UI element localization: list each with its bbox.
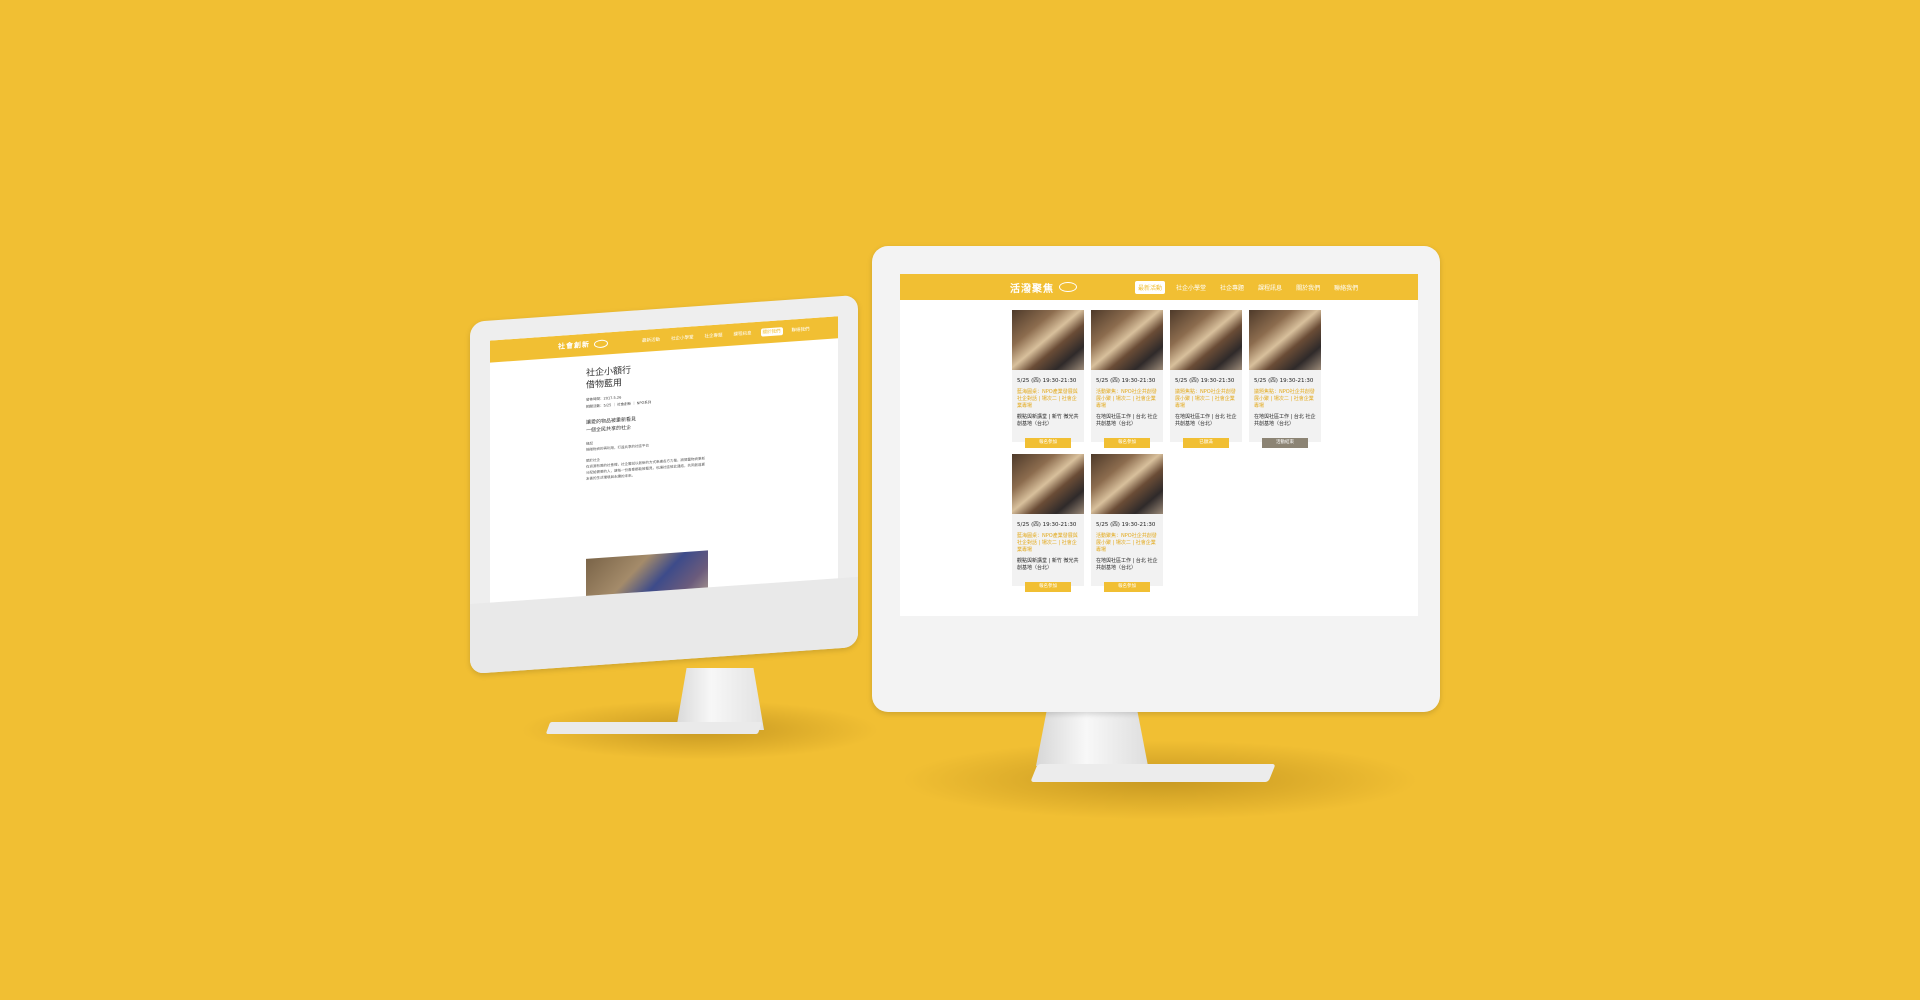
small-monitor-base bbox=[545, 722, 763, 734]
event-date: 5/25 (四) 19:30-21:30 bbox=[1096, 522, 1156, 528]
large-monitor: 活潑聚焦 最新活動 社企小學堂 社企專題 課程訊息 關於我們 聯絡我們 5/25… bbox=[872, 246, 1440, 712]
event-date: 5/25 (四) 19:30-21:30 bbox=[1175, 378, 1235, 384]
article-subtitle: 讓愛的物品被重新看見 一個全民共享的社企 bbox=[586, 410, 706, 434]
event-card-body: 5/25 (四) 19:30-21:30 活動聚焦：NPO社企共創發展小聚 | … bbox=[1091, 514, 1163, 586]
small-nav-item-0[interactable]: 最新活動 bbox=[640, 336, 662, 346]
event-card[interactable]: 5/25 (四) 19:30-21:30 活動聚焦：NPO社企共創發展小聚 | … bbox=[1091, 454, 1163, 592]
large-nav-item-2[interactable]: 社企專題 bbox=[1217, 281, 1247, 294]
event-card[interactable]: 5/25 (四) 19:30-21:30 藍海圓桌：NPO產業發展與社企對話 |… bbox=[1012, 454, 1084, 592]
event-photo bbox=[1012, 454, 1084, 514]
large-logo-text: 活潑聚焦 bbox=[1010, 283, 1054, 295]
event-location: 在地與社區工作 | 台北 社企共創基地（台北） bbox=[1096, 558, 1158, 571]
register-button[interactable]: 報名參加 bbox=[1104, 438, 1150, 448]
logo-swirl-icon bbox=[1059, 282, 1077, 292]
event-photo bbox=[1091, 454, 1163, 514]
small-article: 社企小額行 借物藍用 發佈時間：2017.5.26 相關活動：5/25 ｜ 社會… bbox=[586, 359, 706, 481]
event-photo bbox=[1091, 310, 1163, 370]
event-date: 5/25 (四) 19:30-21:30 bbox=[1096, 378, 1156, 384]
event-title[interactable]: 活動聚焦：NPO社企共創發展小聚 | 場次二 | 社會企業專場 bbox=[1096, 533, 1158, 554]
large-monitor-base bbox=[1030, 764, 1276, 782]
event-photo bbox=[1012, 310, 1084, 370]
large-logo[interactable]: 活潑聚焦 bbox=[1010, 280, 1077, 295]
event-title[interactable]: 活動聚焦：NPO社企共創發展小聚 | 場次二 | 社會企業專場 bbox=[1096, 389, 1158, 410]
event-location: 在地與社區工作 | 台北 社企共創基地（台北） bbox=[1096, 414, 1158, 427]
event-location: 觀點與新講堂 | 新竹 微光共創基地（台北） bbox=[1017, 414, 1079, 427]
large-monitor-stand bbox=[1036, 708, 1148, 766]
small-nav-item-4[interactable]: 關於我們 bbox=[760, 327, 783, 337]
event-location: 在地與社區工作 | 台北 社企共創基地（台北） bbox=[1254, 414, 1316, 427]
small-nav-item-5[interactable]: 聯絡我們 bbox=[790, 325, 812, 335]
large-monitor-screen: 活潑聚焦 最新活動 社企小學堂 社企專題 課程訊息 關於我們 聯絡我們 5/25… bbox=[900, 274, 1418, 616]
article-body: 緣起 捐贈物資的再利用，打造共享的社區平台 關於社企 在資源有限的社會裡，社企嘗… bbox=[586, 432, 706, 481]
event-card[interactable]: 5/25 (四) 19:30-21:30 議題焦點：NPO社企共創發展小聚 | … bbox=[1249, 310, 1321, 448]
event-title[interactable]: 藍海圓桌：NPO產業發展與社企對話 | 場次二 | 社會企業專場 bbox=[1017, 389, 1079, 410]
event-photo bbox=[1170, 310, 1242, 370]
article-meta: 發佈時間：2017.5.26 相關活動：5/25 ｜ 社會創新 ｜ NPO系列 bbox=[586, 388, 706, 410]
event-date: 5/25 (四) 19:30-21:30 bbox=[1254, 378, 1314, 384]
event-card-body: 5/25 (四) 19:30-21:30 藍海圓桌：NPO產業發展與社企對話 |… bbox=[1012, 514, 1084, 586]
small-header-bar: 社會創新 最新活動 社企小學堂 社企專題 課程訊息 關於我們 聯絡我們 bbox=[490, 316, 838, 363]
event-date: 5/25 (四) 19:30-21:30 bbox=[1017, 522, 1077, 528]
event-grid: 5/25 (四) 19:30-21:30 藍海圓桌：NPO產業發展與社企對話 |… bbox=[1012, 310, 1321, 592]
small-nav-item-1[interactable]: 社企小學堂 bbox=[669, 333, 696, 343]
event-location: 在地與社區工作 | 台北 社企共創基地（台北） bbox=[1175, 414, 1237, 427]
large-nav: 最新活動 社企小學堂 社企專題 課程訊息 關於我們 聯絡我們 bbox=[1135, 280, 1361, 294]
event-title[interactable]: 議題焦點：NPO社企共創發展小聚 | 場次二 | 社會企業專場 bbox=[1175, 389, 1237, 410]
event-title[interactable]: 藍海圓桌：NPO產業發展與社企對話 | 場次二 | 社會企業專場 bbox=[1017, 533, 1079, 554]
event-card-body: 5/25 (四) 19:30-21:30 議題焦點：NPO社企共創發展小聚 | … bbox=[1249, 370, 1321, 442]
small-nav-item-2[interactable]: 社企專題 bbox=[703, 331, 725, 341]
register-button[interactable]: 報名參加 bbox=[1025, 582, 1071, 592]
large-nav-item-5[interactable]: 聯絡我們 bbox=[1331, 281, 1361, 294]
small-monitor-screen: 社會創新 最新活動 社企小學堂 社企專題 課程訊息 關於我們 聯絡我們 社企小額… bbox=[490, 316, 838, 603]
event-title[interactable]: 議題焦點：NPO社企共創發展小聚 | 場次二 | 社會企業專場 bbox=[1254, 389, 1316, 410]
large-header-bar: 活潑聚焦 最新活動 社企小學堂 社企專題 課程訊息 關於我們 聯絡我們 bbox=[900, 274, 1418, 300]
large-nav-item-4[interactable]: 關於我們 bbox=[1293, 281, 1323, 294]
small-monitor: 社會創新 最新活動 社企小學堂 社企專題 課程訊息 關於我們 聯絡我們 社企小額… bbox=[470, 294, 858, 674]
event-date: 5/25 (四) 19:30-21:30 bbox=[1017, 378, 1077, 384]
event-card[interactable]: 5/25 (四) 19:30-21:30 活動聚焦：NPO社企共創發展小聚 | … bbox=[1091, 310, 1163, 448]
large-nav-item-3[interactable]: 課程訊息 bbox=[1255, 281, 1285, 294]
event-card-body: 5/25 (四) 19:30-21:30 藍海圓桌：NPO產業發展與社企對話 |… bbox=[1012, 370, 1084, 442]
small-logo[interactable]: 社會創新 bbox=[558, 340, 590, 352]
event-card-body: 5/25 (四) 19:30-21:30 議題焦點：NPO社企共創發展小聚 | … bbox=[1170, 370, 1242, 442]
register-button[interactable]: 已額滿 bbox=[1183, 438, 1229, 448]
large-nav-item-1[interactable]: 社企小學堂 bbox=[1173, 281, 1209, 294]
small-nav: 最新活動 社企小學堂 社企專題 課程訊息 關於我們 聯絡我們 bbox=[640, 325, 812, 345]
event-card[interactable]: 5/25 (四) 19:30-21:30 藍海圓桌：NPO產業發展與社企對話 |… bbox=[1012, 310, 1084, 448]
event-photo bbox=[1249, 310, 1321, 370]
large-nav-item-0[interactable]: 最新活動 bbox=[1135, 280, 1166, 294]
logo-swirl-icon bbox=[594, 339, 608, 349]
event-card-body: 5/25 (四) 19:30-21:30 活動聚焦：NPO社企共創發展小聚 | … bbox=[1091, 370, 1163, 442]
register-button[interactable]: 報名參加 bbox=[1025, 438, 1071, 448]
event-ended-button[interactable]: 活動結束 bbox=[1262, 438, 1308, 448]
small-nav-item-3[interactable]: 課程訊息 bbox=[732, 329, 754, 339]
register-button[interactable]: 報名參加 bbox=[1104, 582, 1150, 592]
event-location: 觀點與新講堂 | 新竹 微光共創基地（台北） bbox=[1017, 558, 1079, 571]
small-monitor-stand bbox=[676, 668, 764, 730]
event-card[interactable]: 5/25 (四) 19:30-21:30 議題焦點：NPO社企共創發展小聚 | … bbox=[1170, 310, 1242, 448]
